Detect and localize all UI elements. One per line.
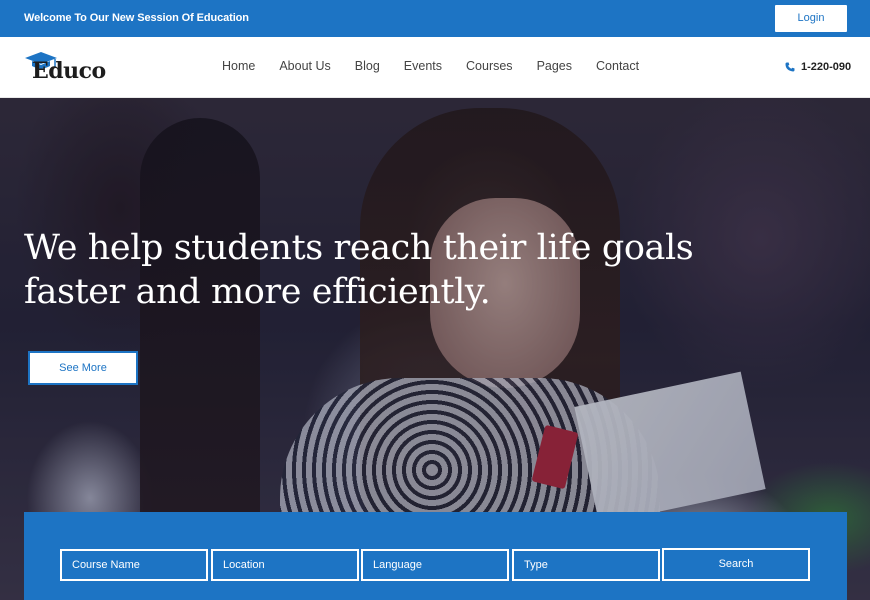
location-field[interactable]: Location [211, 549, 359, 581]
nav-home[interactable]: Home [222, 59, 255, 73]
welcome-text: Welcome To Our New Session Of Education [24, 12, 249, 24]
hero-headline: We help students reach their life goals … [24, 226, 724, 314]
language-field[interactable]: Language [361, 549, 509, 581]
logo-text: Educo [32, 58, 106, 84]
hero-headline-line1: We help students reach their life goals [24, 228, 694, 268]
nav-contact[interactable]: Contact [596, 59, 639, 73]
nav-about-us[interactable]: About Us [279, 59, 330, 73]
search-button[interactable]: Search [662, 548, 810, 581]
course-search-panel: Course Name Location Language Type Searc… [24, 512, 847, 600]
see-more-button[interactable]: See More [28, 351, 138, 385]
phone-icon [785, 62, 795, 72]
nav-blog[interactable]: Blog [355, 59, 380, 73]
phone-number: 1-220-090 [801, 61, 852, 73]
type-field[interactable]: Type [512, 549, 660, 581]
site-logo[interactable]: Educo [24, 50, 124, 86]
site-header: Educo Home About Us Blog Events Courses … [0, 37, 870, 98]
nav-events[interactable]: Events [404, 59, 442, 73]
login-button[interactable]: Login [775, 5, 847, 32]
course-name-field[interactable]: Course Name [60, 549, 208, 581]
main-nav: Home About Us Blog Events Courses Pages … [222, 59, 663, 73]
nav-pages[interactable]: Pages [537, 59, 572, 73]
nav-courses[interactable]: Courses [466, 59, 513, 73]
phone-contact[interactable]: 1-220-090 [785, 61, 851, 73]
hero-headline-line2: faster and more efficiently. [24, 272, 491, 312]
top-bar: Welcome To Our New Session Of Education … [0, 0, 870, 37]
